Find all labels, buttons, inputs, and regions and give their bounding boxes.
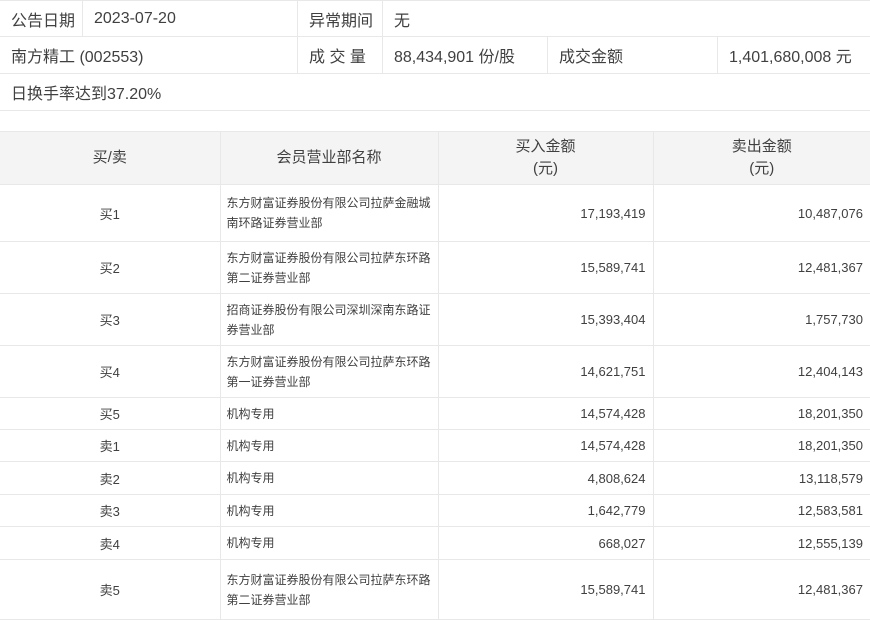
header-side: 买/卖 bbox=[0, 131, 220, 185]
branch-cell: 机构专用 bbox=[219, 397, 438, 430]
side-cell: 卖4 bbox=[0, 526, 220, 560]
header-sell: 卖出金额 (元) bbox=[652, 131, 870, 185]
sell-amount-cell: 18,201,350 bbox=[652, 429, 870, 462]
table-row: 卖4 机构专用 668,027 12,555,139 bbox=[0, 526, 870, 560]
buy-amount-cell: 17,193,419 bbox=[437, 184, 653, 242]
table-row: 买4 东方财富证券股份有限公司拉萨东环路第一证券营业部 14,621,751 1… bbox=[0, 345, 870, 398]
sell-amount-cell: 12,555,139 bbox=[652, 526, 870, 560]
buy-amount-cell: 15,589,741 bbox=[437, 559, 653, 620]
header-sell-label: 卖出金额 bbox=[731, 138, 792, 156]
buy-amount-cell: 1,642,779 bbox=[437, 494, 653, 527]
branch-cell: 东方财富证券股份有限公司拉萨东环路第二证券营业部 bbox=[219, 559, 438, 620]
announce-date-value: 2023-07-20 bbox=[83, 1, 298, 36]
branch-cell: 机构专用 bbox=[219, 429, 438, 462]
branch-cell: 机构专用 bbox=[219, 461, 438, 495]
stock-info-panel: 公告日期 2023-07-20 异常期间 无 南方精工 (002553) 成 交… bbox=[0, 0, 870, 111]
table-row: 买1 东方财富证券股份有限公司拉萨金融城南环路证券营业部 17,193,419 … bbox=[0, 184, 870, 242]
table-header-row: 买/卖 会员营业部名称 买入金额 (元) 卖出金额 (元) bbox=[0, 131, 870, 185]
branch-cell: 东方财富证券股份有限公司拉萨东环路第二证券营业部 bbox=[219, 241, 438, 294]
buy-amount-cell: 14,621,751 bbox=[437, 345, 653, 398]
abnormal-period-label: 异常期间 bbox=[298, 1, 383, 36]
sell-amount-cell: 13,118,579 bbox=[652, 461, 870, 495]
branch-cell: 招商证券股份有限公司深圳深南东路证券营业部 bbox=[219, 293, 438, 346]
sell-amount-cell: 1,757,730 bbox=[652, 293, 870, 346]
sell-amount-cell: 12,583,581 bbox=[652, 494, 870, 527]
broker-seats-table: 买/卖 会员营业部名称 买入金额 (元) 卖出金额 (元) 买1 东方财富证券股… bbox=[0, 131, 870, 620]
header-branch: 会员营业部名称 bbox=[219, 131, 438, 185]
side-cell: 买4 bbox=[0, 345, 220, 398]
buy-amount-cell: 15,393,404 bbox=[437, 293, 653, 346]
table-row: 买2 东方财富证券股份有限公司拉萨东环路第二证券营业部 15,589,741 1… bbox=[0, 241, 870, 294]
side-cell: 卖5 bbox=[0, 559, 220, 620]
info-row-announcement: 公告日期 2023-07-20 异常期间 无 bbox=[0, 1, 870, 37]
sell-amount-cell: 12,481,367 bbox=[652, 241, 870, 294]
side-cell: 买1 bbox=[0, 184, 220, 242]
amount-value: 1,401,680,008 元 bbox=[729, 49, 852, 66]
branch-cell: 东方财富证券股份有限公司拉萨东环路第一证券营业部 bbox=[219, 345, 438, 398]
side-cell: 买5 bbox=[0, 397, 220, 430]
table-row: 卖3 机构专用 1,642,779 12,583,581 bbox=[0, 494, 870, 527]
sell-amount-cell: 12,481,367 bbox=[652, 559, 870, 620]
side-cell: 卖3 bbox=[0, 494, 220, 527]
buy-amount-cell: 15,589,741 bbox=[437, 241, 653, 294]
sell-amount-cell: 10,487,076 bbox=[652, 184, 870, 242]
table-row: 卖1 机构专用 14,574,428 18,201,350 bbox=[0, 429, 870, 462]
buy-amount-cell: 14,574,428 bbox=[437, 429, 653, 462]
info-row-volume: 南方精工 (002553) 成 交 量 88,434,901 份/股 成交金额 … bbox=[0, 37, 870, 74]
side-cell: 卖1 bbox=[0, 429, 220, 462]
buy-amount-cell: 668,027 bbox=[437, 526, 653, 560]
info-row-turnover: 日换手率达到37.20% bbox=[0, 74, 870, 111]
abnormal-period-value: 无 bbox=[394, 12, 411, 30]
buy-amount-cell: 14,574,428 bbox=[437, 397, 653, 430]
side-cell: 买3 bbox=[0, 293, 220, 346]
side-cell: 卖2 bbox=[0, 461, 220, 495]
table-row: 买5 机构专用 14,574,428 18,201,350 bbox=[0, 397, 870, 430]
spacer bbox=[0, 111, 870, 131]
amount-label: 成交金额 bbox=[548, 37, 718, 73]
announce-date-label: 公告日期 bbox=[0, 1, 83, 36]
volume-label: 成 交 量 bbox=[298, 37, 383, 73]
sell-amount-cell: 18,201,350 bbox=[652, 397, 870, 430]
branch-cell: 东方财富证券股份有限公司拉萨金融城南环路证券营业部 bbox=[219, 184, 438, 242]
header-sell-unit: (元) bbox=[749, 160, 775, 177]
sell-amount-cell: 12,404,143 bbox=[652, 345, 870, 398]
buy-amount-cell: 4,808,624 bbox=[437, 461, 653, 495]
turnover-note: 日换手率达到37.20% bbox=[11, 86, 162, 103]
header-buy-label: 买入金额 bbox=[515, 138, 576, 156]
stock-name: 南方精工 (002553) bbox=[0, 37, 298, 73]
branch-cell: 机构专用 bbox=[219, 494, 438, 527]
header-buy-unit: (元) bbox=[533, 160, 558, 177]
branch-cell: 机构专用 bbox=[219, 526, 438, 560]
header-buy: 买入金额 (元) bbox=[437, 131, 653, 185]
table-row: 买3 招商证券股份有限公司深圳深南东路证券营业部 15,393,404 1,75… bbox=[0, 293, 870, 346]
side-cell: 买2 bbox=[0, 241, 220, 294]
table-row: 卖5 东方财富证券股份有限公司拉萨东环路第二证券营业部 15,589,741 1… bbox=[0, 559, 870, 620]
volume-value: 88,434,901 份/股 bbox=[383, 37, 548, 73]
table-row: 卖2 机构专用 4,808,624 13,118,579 bbox=[0, 461, 870, 495]
